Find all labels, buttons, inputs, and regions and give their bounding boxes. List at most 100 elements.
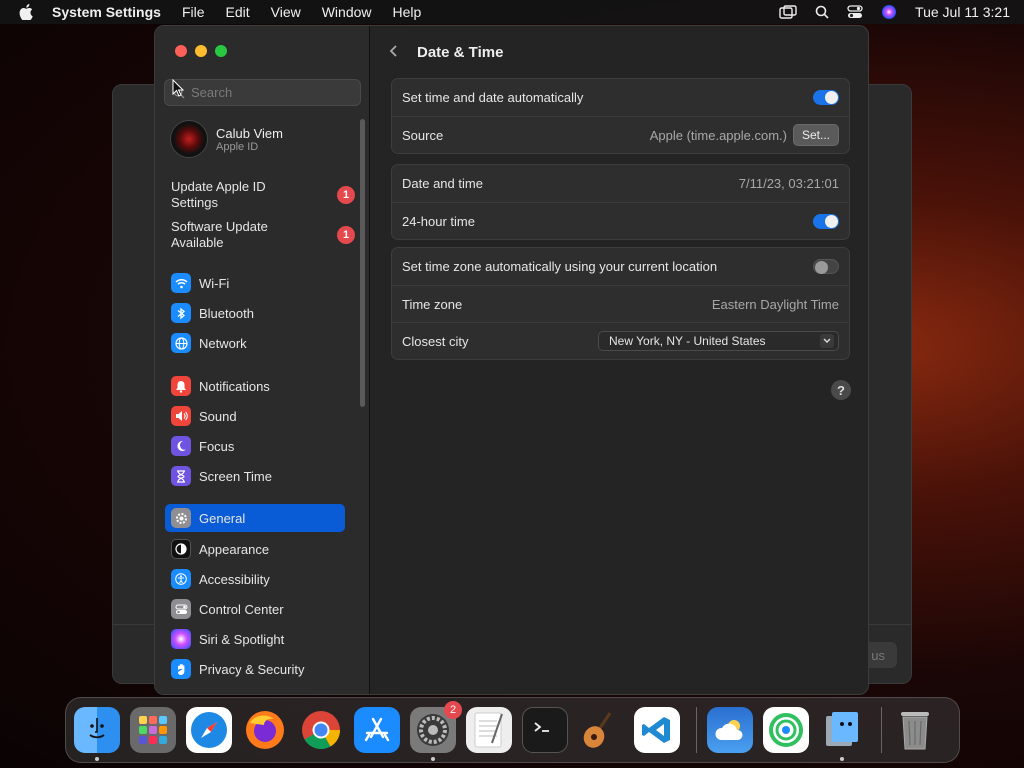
accessibility-icon (171, 569, 191, 589)
software-update-label: Software Update Available (171, 219, 268, 250)
closest-city-label: Closest city (402, 333, 469, 349)
date-and-time-row: Date and time 7/11/23, 03:21:01 (392, 165, 849, 202)
update-apple-id-badge: 1 (337, 186, 355, 204)
source-value: Apple (time.apple.com.) (649, 127, 787, 143)
software-update-item[interactable]: Software Update Available 1 (171, 219, 355, 251)
spotlight-search-icon[interactable] (815, 5, 829, 19)
toggle-knob (825, 214, 838, 228)
window-controls (175, 45, 227, 57)
siri-icon[interactable] (881, 4, 897, 20)
running-indicator (95, 757, 99, 761)
control-center-menu-icon[interactable] (847, 5, 863, 19)
dock-vscode[interactable] (634, 707, 680, 753)
dock-launchpad[interactable] (130, 707, 176, 753)
sidebar-item-general[interactable]: General (165, 504, 345, 532)
dock-firefox[interactable] (242, 707, 288, 753)
sidebar-item-notifications[interactable]: Notifications (165, 372, 345, 400)
dock-chrome[interactable] (298, 707, 344, 753)
screen-mirroring-icon[interactable] (779, 5, 797, 19)
menu-file[interactable]: File (182, 4, 205, 20)
sidebar-item-network[interactable]: Network (165, 329, 345, 357)
apple-menu[interactable] (0, 4, 52, 20)
dock-finder[interactable] (74, 707, 120, 761)
closest-city-dropdown[interactable]: New York, NY - United States (598, 331, 839, 351)
dock-find-my[interactable] (763, 707, 809, 753)
dock-system-settings[interactable]: 2 (410, 701, 462, 761)
finder-icon (89, 718, 105, 739)
sidebar-item-appearance[interactable]: Appearance (165, 535, 345, 563)
menu-edit[interactable]: Edit (226, 4, 250, 20)
appearance-icon (171, 539, 191, 559)
sidebar-item-screen-time[interactable]: Screen Time (165, 462, 345, 490)
set-source-button[interactable]: Set... (792, 124, 839, 146)
closest-city-value: New York, NY - United States (609, 334, 766, 348)
date-and-time-label: Date and time (402, 176, 483, 191)
apple-id-profile[interactable]: Calub Viem Apple ID (170, 120, 283, 158)
zoom-button[interactable] (215, 45, 227, 57)
sidebar-item-siri-spotlight[interactable]: Siri & Spotlight (165, 625, 345, 653)
profile-subtitle: Apple ID (216, 140, 259, 153)
date-time-group: Date and time 7/11/23, 03:21:01 24-hour … (391, 164, 850, 240)
set-time-automatically-toggle[interactable] (813, 90, 839, 105)
search-input[interactable] (191, 85, 351, 100)
control-center-icon (171, 599, 191, 619)
set-time-automatically-label: Set time and date automatically (402, 90, 584, 105)
app-store-icon (364, 717, 390, 742)
sidebar-item-accessibility[interactable]: Accessibility (165, 565, 345, 593)
back-chevron-icon[interactable] (389, 42, 399, 63)
sidebar-item-label: Appearance (199, 541, 270, 557)
sidebar: Calub Viem Apple ID Update Apple ID Sett… (155, 26, 370, 694)
sidebar-item-privacy-security[interactable]: Privacy & Security (165, 655, 345, 683)
dock-weather[interactable] (707, 707, 753, 753)
set-time-automatically-row: Set time and date automatically (392, 79, 849, 116)
menu-app-name[interactable]: System Settings (52, 4, 161, 20)
dock-app-store[interactable] (354, 707, 400, 753)
bluetooth-icon (171, 303, 191, 323)
close-button[interactable] (175, 45, 187, 57)
sidebar-item-sound[interactable]: Sound (165, 402, 345, 430)
launchpad-icon (139, 716, 167, 744)
safari-icon (191, 712, 227, 748)
dock: 2 (65, 697, 960, 763)
menu-view[interactable]: View (271, 4, 301, 20)
sidebar-item-wifi[interactable]: Wi-Fi (165, 269, 345, 297)
dock-terminal[interactable] (522, 707, 568, 753)
sidebar-item-label: Screen Time (199, 468, 272, 484)
sidebar-item-bluetooth[interactable]: Bluetooth (165, 299, 345, 327)
time-zone-automatic-toggle[interactable] (813, 259, 839, 274)
chevron-down-icon (820, 334, 834, 348)
time-zone-automatic-label: Set time zone automatically using your c… (402, 259, 718, 274)
toggle-knob (815, 261, 828, 274)
date-time-pane: Date & Time Set time and date automatica… (371, 26, 868, 694)
sidebar-item-focus[interactable]: Focus (165, 432, 345, 460)
minimize-button[interactable] (195, 45, 207, 57)
sidebar-item-label: Sound (199, 408, 237, 424)
menu-clock[interactable]: Tue Jul 11 3:21 (915, 4, 1010, 20)
dock-safari[interactable] (186, 707, 232, 753)
dock-garageband[interactable] (578, 707, 624, 753)
update-apple-id-item[interactable]: Update Apple ID Settings 1 (171, 179, 355, 211)
menu-window[interactable]: Window (322, 4, 372, 20)
source-row: Source Apple (time.apple.com.) Set... (392, 116, 849, 153)
apple-icon (19, 4, 33, 20)
chrome-icon (302, 711, 341, 750)
twenty-four-hour-toggle[interactable] (813, 213, 839, 229)
textedit-icon (474, 712, 503, 748)
search-field[interactable] (164, 79, 361, 106)
dock-trash[interactable] (892, 707, 938, 753)
running-indicator (840, 757, 844, 761)
sidebar-item-label: Notifications (199, 378, 270, 394)
sidebar-item-control-center[interactable]: Control Center (165, 595, 345, 623)
globe-icon (171, 333, 191, 353)
dock-preview[interactable] (819, 707, 865, 761)
dock-separator (696, 707, 697, 753)
guitar-icon (583, 712, 612, 748)
menu-help[interactable]: Help (393, 4, 422, 20)
page-title: Date & Time (417, 44, 504, 61)
help-button[interactable]: ? (831, 380, 851, 400)
dock-textedit[interactable] (466, 707, 512, 753)
sidebar-item-label: Accessibility (199, 571, 270, 587)
hand-icon (171, 659, 191, 679)
source-label: Source (402, 127, 444, 143)
sidebar-scrollbar[interactable] (360, 119, 365, 407)
